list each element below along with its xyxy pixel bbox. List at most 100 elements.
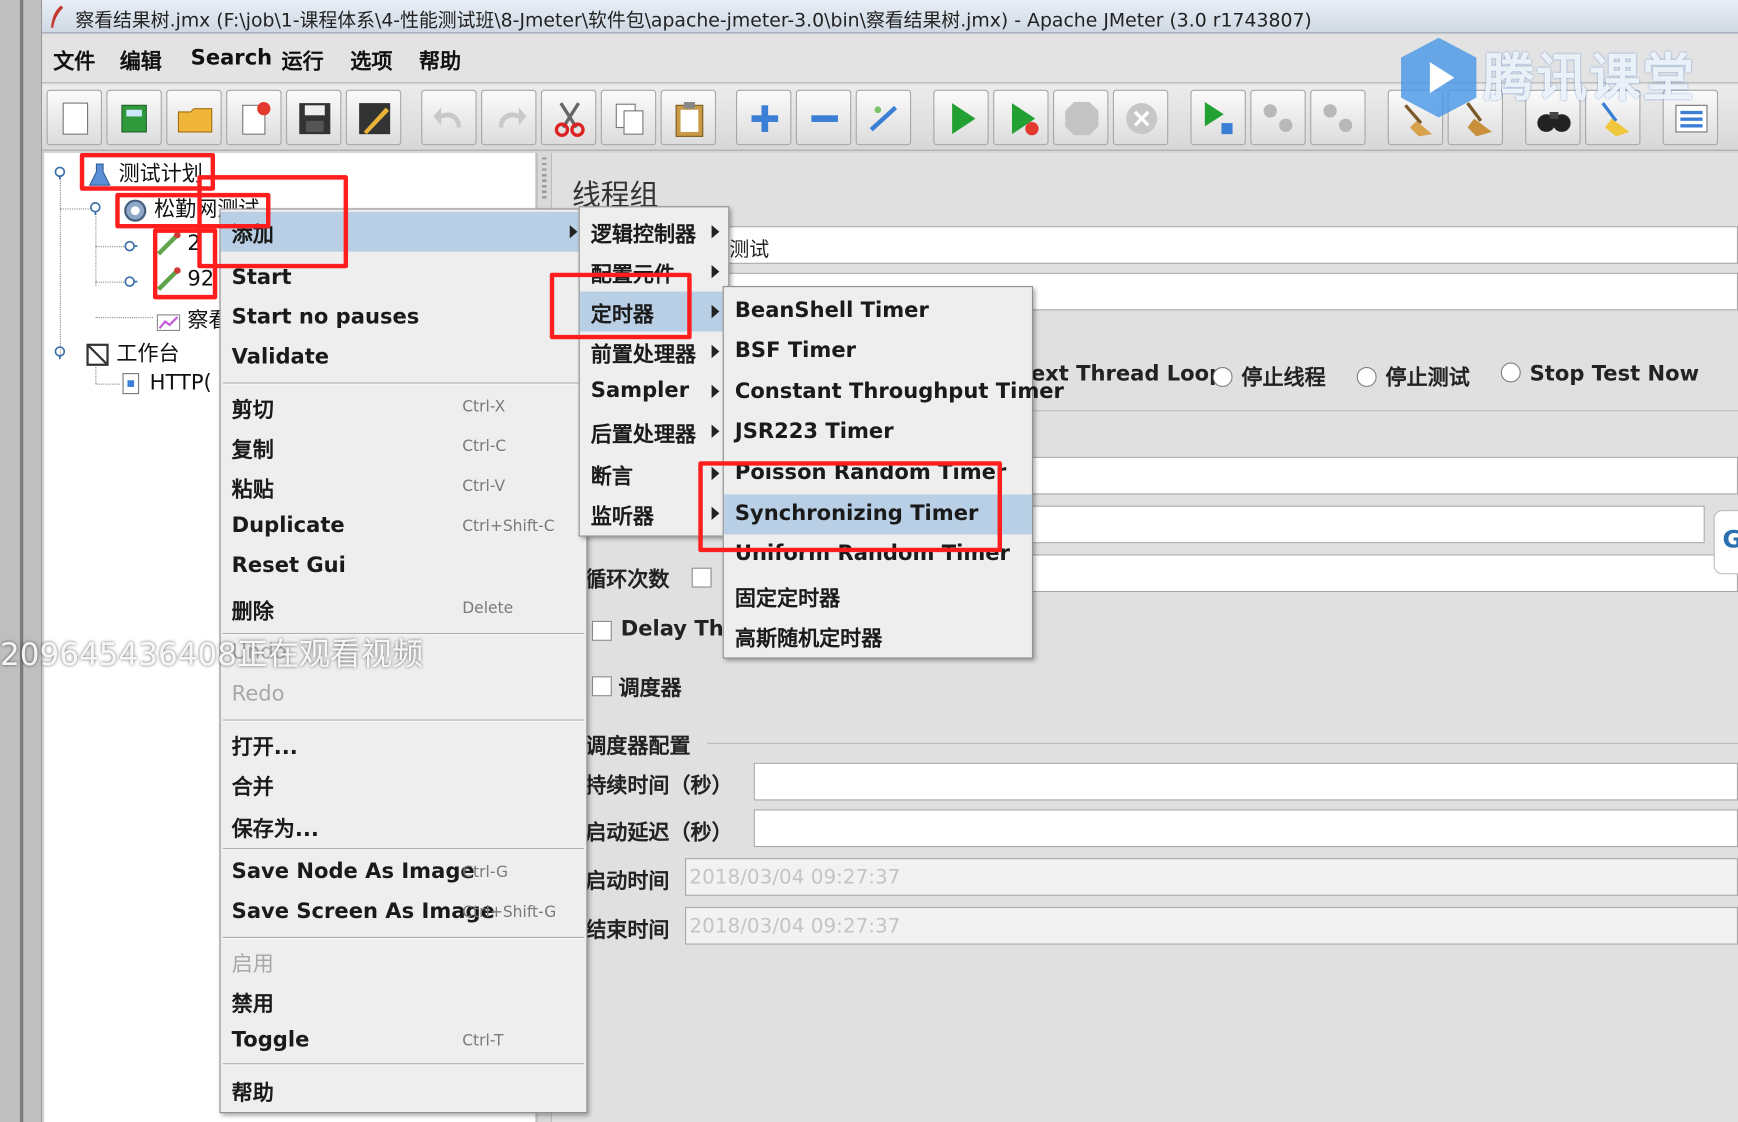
menu-item-label: 帮助 bbox=[231, 1080, 274, 1106]
submenu-item-logic-controller[interactable]: 逻辑控制器 bbox=[580, 212, 729, 252]
remote-stop-button[interactable] bbox=[1250, 89, 1306, 146]
submenu-item-sampler[interactable]: Sampler bbox=[580, 371, 729, 411]
radio-stop-thread[interactable]: 停止线程 bbox=[1212, 361, 1326, 391]
tree-collapse-handle-icon[interactable] bbox=[89, 202, 102, 216]
menu-options[interactable]: 选项 bbox=[350, 45, 392, 75]
menu-item-save-as[interactable]: 保存为... bbox=[221, 806, 587, 846]
menu-help[interactable]: 帮助 bbox=[419, 45, 461, 75]
tree-collapse-handle-icon[interactable] bbox=[53, 346, 66, 360]
menu-item-paste[interactable]: 粘贴 Ctrl-V bbox=[221, 467, 587, 507]
startup-delay-field[interactable] bbox=[753, 809, 1738, 848]
menu-search[interactable]: Search bbox=[191, 45, 273, 69]
ramp-up-field[interactable] bbox=[1028, 505, 1705, 544]
toggle-wand-icon bbox=[869, 105, 898, 132]
timer-item-constant-throughput[interactable]: Constant Throughput Timer bbox=[724, 373, 1064, 413]
cut-button[interactable] bbox=[540, 89, 597, 146]
remote-stop-icon bbox=[1263, 104, 1293, 132]
paste-button[interactable] bbox=[660, 89, 717, 146]
start-no-pauses-button[interactable] bbox=[993, 89, 1049, 146]
menu-file[interactable]: 文件 bbox=[53, 45, 95, 75]
menu-item-save-screen-image[interactable]: Save Screen As Image Ctrl+Shift-G bbox=[221, 893, 587, 933]
tencent-classroom-logo-icon bbox=[1401, 37, 1477, 118]
tree-expand-handle-icon[interactable] bbox=[124, 239, 138, 252]
toggle-button[interactable] bbox=[855, 89, 912, 146]
submenu-item-post-processor[interactable]: 后置处理器 bbox=[580, 411, 729, 451]
tree-expand-handle-icon[interactable] bbox=[124, 275, 138, 288]
menu-item-shortcut: Delete bbox=[462, 599, 514, 618]
expand-all-button[interactable] bbox=[735, 89, 792, 146]
menu-item-validate[interactable]: Validate bbox=[221, 338, 587, 378]
duration-field[interactable] bbox=[753, 762, 1738, 801]
timer-item-beanshell[interactable]: BeanShell Timer bbox=[724, 292, 1032, 332]
thread-count-field[interactable] bbox=[1028, 456, 1738, 495]
menu-item-reset-gui[interactable]: Reset Gui bbox=[221, 547, 587, 587]
menu-item-open[interactable]: 打开... bbox=[221, 724, 587, 764]
remote-start-button[interactable] bbox=[1190, 89, 1246, 146]
loop-count-field[interactable] bbox=[1028, 554, 1738, 593]
tree-node-label: 工作台 bbox=[116, 341, 180, 366]
tree-collapse-handle-icon[interactable] bbox=[53, 166, 66, 180]
undo-button[interactable] bbox=[421, 89, 477, 146]
menu-item-help[interactable]: 帮助 bbox=[221, 1070, 587, 1110]
minus-icon bbox=[811, 115, 838, 122]
copy-icon bbox=[615, 103, 644, 135]
menu-item-cut[interactable]: 剪切 Ctrl-X bbox=[221, 387, 587, 427]
open-button[interactable] bbox=[166, 89, 222, 146]
menu-item-label: Constant Throughput Timer bbox=[734, 379, 1064, 404]
scissors-icon bbox=[554, 102, 585, 137]
tree-node-workbench[interactable]: 工作台 bbox=[84, 337, 180, 367]
radio-stop-test[interactable]: 停止测试 bbox=[1356, 361, 1470, 391]
new-button[interactable] bbox=[46, 89, 102, 146]
radio-circle bbox=[1356, 366, 1377, 387]
copy-button[interactable] bbox=[600, 89, 657, 146]
menu-item-enable[interactable]: 启用 bbox=[221, 941, 587, 981]
chart-icon bbox=[156, 313, 181, 331]
name-field[interactable]: 测试 bbox=[724, 226, 1738, 264]
menu-item-label: Start no pauses bbox=[231, 304, 420, 330]
save-as-button[interactable] bbox=[345, 89, 402, 146]
radio-stop-test-now[interactable]: Stop Test Now bbox=[1500, 361, 1699, 386]
submenu-arrow-icon bbox=[711, 225, 720, 239]
scheduler-checkbox[interactable] bbox=[591, 676, 612, 697]
menu-item-start-no-pauses[interactable]: Start no pauses bbox=[221, 298, 587, 338]
timer-item-bsf[interactable]: BSF Timer bbox=[724, 332, 1032, 372]
menu-item-delete[interactable]: 删除 Delete bbox=[221, 589, 587, 629]
start-button[interactable] bbox=[933, 89, 989, 146]
floating-side-button[interactable]: G bbox=[1713, 510, 1738, 575]
tree-node-http[interactable]: HTTP( bbox=[117, 370, 212, 397]
tree-node-listener[interactable]: 察看 bbox=[155, 304, 229, 334]
redo-button[interactable] bbox=[481, 89, 537, 146]
stop-button[interactable] bbox=[1052, 89, 1109, 146]
menu-item-save-node-image[interactable]: Save Node As Image Ctrl-G bbox=[221, 853, 587, 893]
menu-edit[interactable]: 编辑 bbox=[120, 45, 162, 75]
menu-item-redo[interactable]: Redo bbox=[221, 675, 587, 715]
templates-button[interactable] bbox=[106, 89, 162, 146]
loop-forever-checkbox[interactable] bbox=[691, 567, 712, 588]
menu-item-duplicate[interactable]: Duplicate Ctrl+Shift-C bbox=[221, 507, 587, 547]
menu-item-label: 启用 bbox=[231, 952, 274, 977]
menu-item-label: 删除 bbox=[231, 599, 274, 625]
group-divider bbox=[707, 742, 1738, 744]
menu-item-merge[interactable]: 合并 bbox=[221, 764, 587, 804]
timer-item-gaussian-random[interactable]: 高斯随机定时器 bbox=[724, 615, 1032, 655]
remote-exit-button[interactable] bbox=[1310, 89, 1366, 146]
collapse-all-button[interactable] bbox=[795, 89, 852, 146]
timer-item-jsr223[interactable]: JSR223 Timer bbox=[724, 412, 1032, 452]
save-button[interactable] bbox=[285, 89, 342, 146]
start-time-field[interactable]: 2018/03/04 09:27:37 bbox=[685, 858, 1738, 896]
close-button[interactable] bbox=[226, 89, 282, 146]
splitter-grip bbox=[542, 157, 547, 202]
menu-item-label: 断言 bbox=[590, 464, 633, 489]
menu-item-label: 前置处理器 bbox=[590, 342, 697, 367]
timer-item-constant[interactable]: 固定定时器 bbox=[724, 575, 1032, 615]
menu-item-disable[interactable]: 禁用 bbox=[221, 981, 587, 1021]
menu-item-toggle[interactable]: Toggle Ctrl-T bbox=[221, 1021, 587, 1061]
menu-run[interactable]: 运行 bbox=[282, 45, 324, 75]
end-time-field[interactable]: 2018/03/04 09:27:37 bbox=[685, 906, 1738, 945]
menu-item-copy[interactable]: 复制 Ctrl-C bbox=[221, 427, 587, 467]
menu-item-label: Duplicate bbox=[231, 513, 345, 538]
menu-item-label: 复制 bbox=[231, 437, 274, 463]
menu-item-label: Toggle bbox=[231, 1027, 310, 1053]
delay-thread-checkbox[interactable] bbox=[591, 620, 612, 641]
shutdown-button[interactable] bbox=[1112, 89, 1169, 146]
